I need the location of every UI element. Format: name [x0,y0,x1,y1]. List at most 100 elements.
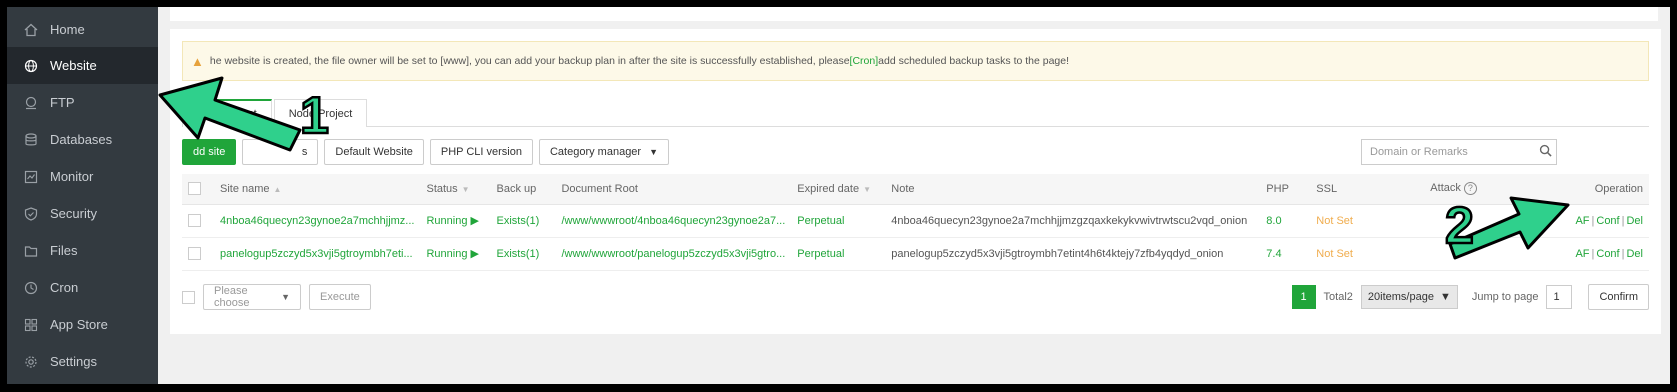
sidebar-item-app-store[interactable]: App Store [7,306,158,343]
col-ssl: SSL [1310,174,1425,205]
execute-button[interactable]: Execute [309,284,371,310]
help-icon[interactable]: ? [1463,182,1477,196]
tab-php-project[interactable]: PHP Project [182,99,272,127]
sidebar-item-label: Cron [50,280,79,295]
shield-icon [24,206,38,221]
gear-icon [24,355,38,369]
col-backup: Back up [490,174,556,205]
warning-icon: ▲ [191,53,204,69]
row-checkbox[interactable] [188,214,201,227]
waf-link[interactable]: AF [1575,248,1589,260]
table-footer: Please choose ▼ Execute 1 Total2 20items/… [182,284,1649,310]
col-attack: Attack? [1424,174,1525,205]
sidebar-item-monitor[interactable]: Monitor [7,158,158,195]
attack-count [1424,237,1525,271]
col-status[interactable]: Status ▼ [420,174,491,205]
grid-icon [24,318,38,332]
sidebar-item-cron[interactable]: Cron [7,269,158,306]
status-toggle[interactable]: Running ▶ [420,204,491,238]
col-php: PHP [1260,174,1311,205]
page-button-current[interactable]: 1 [1291,285,1316,309]
default-website-button[interactable]: Default Website [324,139,424,165]
chevron-down-icon: ▼ [281,292,290,302]
delete-link[interactable]: Del [1626,248,1643,260]
chevron-down-icon: ▼ [1439,291,1451,303]
col-document-root: Document Root [555,174,792,205]
sort-icon: ▲ [273,184,282,194]
site-name-link[interactable]: 4nboa46quecyn23gynoe2a7mchhjjmz... [214,204,421,238]
play-icon: ▶ [467,248,479,260]
sidebar-item-label: Home [50,22,85,37]
database-icon [24,132,38,147]
sidebar-item-label: FTP [50,95,75,110]
backup-link[interactable]: Exists(1) [490,237,556,271]
document-root-link[interactable]: /www/wwwroot/panelogup5zczyd5x3vji5gtro.… [555,237,792,271]
batch-action-select[interactable]: Please choose ▼ [203,284,301,310]
sidebar-item-website[interactable]: Website [7,47,158,84]
sort-icon: ▼ [461,184,470,194]
ssl-status[interactable]: Not Set [1310,237,1425,271]
select-all-checkbox[interactable] [188,182,201,196]
main-content: ▲ he website is created, the file owner … [158,7,1670,384]
toolbar: dd site s Default Website PHP CLI versio… [182,139,670,165]
sidebar-item-databases[interactable]: Databases [7,121,158,158]
php-version[interactable]: 7.4 [1260,237,1311,271]
sidebar: Home Website FTP Databases Monitor Secur… [7,7,158,384]
status-toggle[interactable]: Running ▶ [420,237,491,271]
sidebar-item-label: Website [50,58,97,73]
sidebar-item-label: App Store [50,317,108,332]
conf-link[interactable]: Conf [1596,248,1619,260]
col-operation: Operation [1524,174,1649,205]
note-text[interactable]: 4nboa46quecyn23gynoe2a7mchhjjmzgzqaxkeky… [885,204,1261,238]
total-count: Total2 [1323,291,1353,303]
search-input[interactable] [1362,140,1534,164]
category-manager-dropdown[interactable]: Category manager ▼ [538,139,670,165]
row-checkbox[interactable] [188,247,201,260]
pagination: 1 Total2 20items/page ▼ Jump to page 1 Co… [1291,284,1649,310]
footer-select-all-checkbox[interactable] [182,290,195,304]
col-expired-date[interactable]: Expired date ▼ [791,174,886,205]
globe-icon [24,59,38,73]
project-tabs: PHP Project Node Project [182,99,1649,127]
waf-link[interactable]: AF [1575,215,1589,227]
delete-link[interactable]: Del [1626,215,1643,227]
confirm-button[interactable]: Confirm [1588,284,1649,310]
sidebar-item-label: Monitor [50,169,94,184]
col-note: Note [885,174,1261,205]
php-cli-version-button[interactable]: PHP CLI version [429,139,533,165]
sidebar-item-files[interactable]: Files [7,232,158,269]
sort-icon: ▼ [863,184,871,194]
add-site-button[interactable]: dd site [182,139,237,165]
jump-label: Jump to page [1471,291,1539,303]
document-root-link[interactable]: /www/wwwroot/4nboa46quecyn23gynoe2a7... [555,204,792,238]
table-row: panelogup5zczyd5x3vji5gtroymbh7eti... Ru… [182,237,1649,271]
php-version[interactable]: 8.0 [1260,204,1311,238]
cron-link[interactable]: [Cron] [850,55,879,67]
conf-link[interactable]: Conf [1596,215,1619,227]
home-icon [24,23,38,37]
expired-date[interactable]: Perpetual [791,204,886,238]
ftp-icon [24,96,38,110]
sidebar-item-ftp[interactable]: FTP [7,84,158,121]
table-row: 4nboa46quecyn23gynoe2a7mchhjjmz... Runni… [182,204,1649,238]
search-box [1361,139,1557,165]
expired-date[interactable]: Perpetual [791,237,886,271]
attack-count: 0 [1424,204,1525,238]
sidebar-item-home[interactable]: Home [7,11,158,48]
site-panel: ▲ he website is created, the file owner … [170,29,1661,334]
notice-text: he website is created, the file owner wi… [209,55,1070,67]
note-text[interactable]: panelogup5zczyd5x3vji5gtroymbh7etint4h6t… [885,237,1261,271]
backup-link[interactable]: Exists(1) [490,204,556,238]
site-name-link[interactable]: panelogup5zczyd5x3vji5gtroymbh7eti... [214,237,421,271]
col-site-name[interactable]: Site name ▲ [214,174,421,205]
tab-node-project[interactable]: Node Project [273,99,368,127]
sidebar-item-settings[interactable]: Settings [7,343,158,380]
monitor-icon [24,170,38,184]
ssl-status[interactable]: Not Set [1310,204,1425,238]
per-page-select[interactable]: 20items/page ▼ [1360,285,1458,309]
search-icon[interactable] [1534,144,1556,160]
sidebar-item-security[interactable]: Security [7,195,158,232]
jump-page-input[interactable]: 1 [1546,285,1573,309]
site-table: Site name ▲ Status ▼ Back up Document Root… [182,174,1649,271]
modify-default-page-button[interactable]: s [242,139,319,165]
